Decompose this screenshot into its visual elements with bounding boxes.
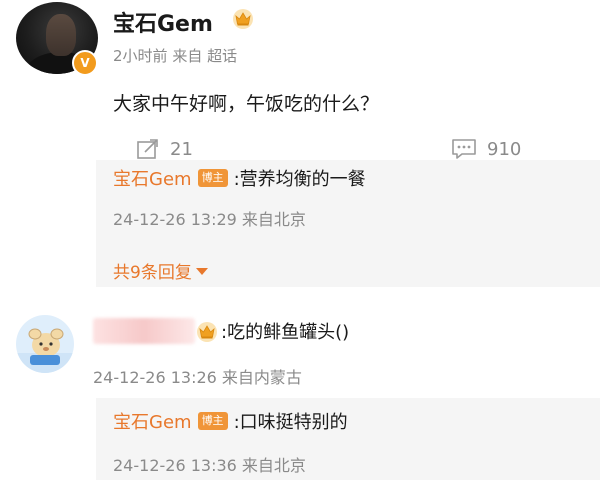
vip-icon: V bbox=[72, 50, 98, 76]
post-source[interactable]: 来自 超话 bbox=[172, 47, 237, 65]
blogger-badge: 博主 bbox=[197, 169, 228, 187]
crown-icon bbox=[197, 322, 217, 342]
post-author-name[interactable]: 宝石Gem bbox=[113, 6, 213, 38]
blogger-badge: 博主 bbox=[197, 412, 228, 430]
avatar-face-shape bbox=[46, 14, 76, 56]
comment-button[interactable]: 910 bbox=[451, 135, 521, 163]
commenter-name-blurred[interactable] bbox=[93, 318, 195, 344]
post-time: 2小时前 bbox=[113, 47, 168, 65]
crown-icon bbox=[233, 9, 253, 29]
reply-meta: 24-12-26 13:29 来自北京 bbox=[113, 210, 306, 229]
reply-author-name[interactable]: 宝石Gem bbox=[113, 165, 192, 191]
cartoon-avatar-icon bbox=[16, 328, 74, 373]
expand-replies-label: 共9条回复 bbox=[113, 263, 192, 283]
weibo-post-page: V 宝石Gem 2小时前 来自 超话 大家中午好啊，午饭吃的什么？ 21 910… bbox=[0, 0, 600, 480]
reply-text: :口味挺特别的 bbox=[233, 412, 348, 433]
post-content: 大家中午好啊，午饭吃的什么？ bbox=[113, 93, 380, 115]
expand-replies-button[interactable]: 共9条回复 bbox=[113, 258, 208, 283]
comment-meta: 24-12-26 13:26 来自内蒙古 bbox=[93, 368, 302, 387]
reply-text: :营养均衡的一餐 bbox=[233, 169, 366, 190]
repost-button[interactable]: 21 bbox=[136, 135, 193, 163]
comment-text: :吃的鲱鱼罐头() bbox=[221, 322, 350, 343]
reply-author-name[interactable]: 宝石Gem bbox=[113, 408, 192, 434]
reply-meta: 24-12-26 13:36 来自北京 bbox=[113, 456, 306, 475]
commenter-avatar[interactable] bbox=[16, 315, 74, 373]
comment-icon bbox=[452, 139, 476, 159]
post-meta: 2小时前 来自 超话 bbox=[113, 45, 237, 66]
repost-count: 21 bbox=[170, 138, 193, 160]
chevron-down-icon bbox=[195, 268, 208, 275]
reply-line: 宝石Gem 博主 :口味挺特别的 bbox=[113, 408, 348, 434]
repost-icon bbox=[137, 139, 158, 159]
comment-count: 910 bbox=[487, 138, 522, 160]
reply-line: 宝石Gem 博主 :营养均衡的一餐 bbox=[113, 165, 366, 191]
